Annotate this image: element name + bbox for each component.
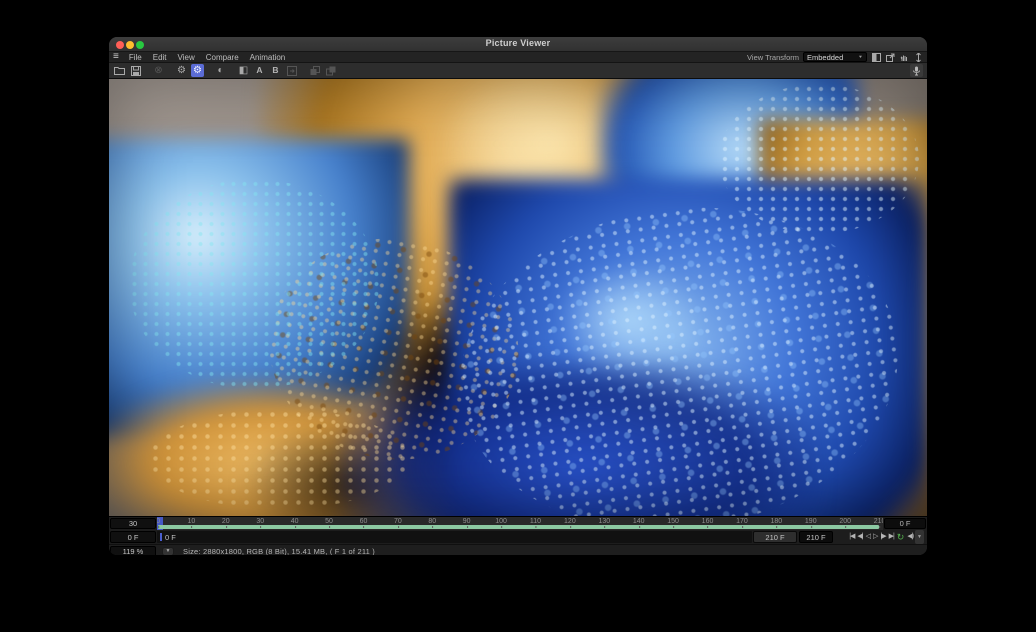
dock-pin-icon[interactable]	[913, 52, 923, 62]
open-file-button[interactable]	[113, 64, 126, 77]
next-frame-button[interactable]: |▶	[879, 531, 886, 543]
play-backward-button[interactable]: ◁	[865, 531, 871, 543]
view-transform-label: View Transform	[747, 53, 799, 62]
chevron-down-icon: ▼	[166, 548, 171, 554]
settings-gear-button[interactable]: ⚙	[175, 64, 188, 77]
previous-frame-button[interactable]: ◀|	[856, 531, 863, 543]
current-frame-field[interactable]: 0 F	[110, 531, 156, 543]
ruler-tick-180: 180	[771, 518, 783, 526]
ruler-tick-70: 70	[394, 518, 402, 526]
save-file-button[interactable]	[129, 64, 142, 77]
timeline-range-row: 0 F 0 F 210 F 210 F |◀◀|◁▷|▶▶|↻◀)▼	[109, 530, 927, 544]
ruler-tick-80: 80	[428, 518, 436, 526]
ruler-tick-150: 150	[667, 518, 679, 526]
ruler-tick-0: 0	[157, 518, 160, 526]
menu-item-file[interactable]: File	[127, 52, 144, 63]
ruler-tick-10: 10	[188, 518, 196, 526]
status-bar: 119 % ▼ Size: 2880x1800, RGB (8 Bit), 15…	[109, 544, 927, 556]
title-bar[interactable]: Picture Viewer	[109, 37, 927, 52]
timeline-ruler[interactable]: 0 10 20 30 40 50 60 70 80 90 100 110 120 130 140 150 160…	[157, 517, 883, 530]
sound-toggle-button[interactable]: ◀)	[906, 531, 914, 543]
ruler-tick-210: 210	[874, 518, 883, 526]
ruler-tick-50: 50	[325, 518, 333, 526]
picture-viewer-window: Picture Viewer ≡ File Edit View Compare Anim…	[108, 36, 928, 556]
ruler-tick-60: 60	[360, 518, 368, 526]
loop-playback-button[interactable]: ↻	[896, 531, 906, 543]
ruler-tick-170: 170	[736, 518, 748, 526]
fps-field[interactable]: 30	[110, 518, 156, 529]
stop-render-button: ⊗	[152, 64, 165, 77]
ruler-tick-140: 140	[633, 518, 645, 526]
range-end-button[interactable]: 210 F	[753, 531, 797, 543]
split-view-icon[interactable]	[871, 52, 881, 62]
image-vignette	[109, 79, 927, 516]
ruler-tick-120: 120	[564, 518, 576, 526]
detach-window-icon[interactable]	[885, 52, 895, 62]
view-transform-dropdown[interactable]: Embedded ▼	[803, 52, 867, 62]
toolbar: ⊗ ⚙ ⚙ ◐ ◧ A B	[109, 63, 927, 79]
frame-offset-field[interactable]: 0 F	[884, 518, 926, 529]
ruler-tick-40: 40	[291, 518, 299, 526]
compare-split-button[interactable]: ◧	[237, 64, 250, 77]
set-image-a-button[interactable]: A	[253, 64, 266, 77]
microphone-icon[interactable]	[910, 64, 923, 77]
rendered-image-viewport[interactable]	[109, 79, 927, 516]
ruler-tick-20: 20	[222, 518, 230, 526]
ruler-tick-110: 110	[530, 518, 541, 526]
range-end-field[interactable]: 210 F	[799, 531, 833, 543]
range-start-marker[interactable]: 0 F	[160, 531, 176, 543]
menu-item-compare[interactable]: Compare	[204, 52, 241, 63]
swap-ab-button	[285, 64, 298, 77]
menu-items: File Edit View Compare Animation	[127, 52, 287, 63]
menu-item-animation[interactable]: Animation	[248, 52, 288, 63]
goto-end-button[interactable]: ▶|	[888, 531, 895, 543]
menu-bar: ≡ File Edit View Compare Animation View Tran…	[109, 52, 927, 63]
window-title: Picture Viewer	[109, 38, 927, 48]
copy-to-a-button	[308, 64, 321, 77]
set-image-b-button[interactable]: B	[269, 64, 282, 77]
hand-pan-icon[interactable]	[899, 52, 909, 62]
playback-options-button[interactable]: ▼	[915, 530, 924, 544]
timeline-ruler-row: 30 0 10 20 30 40 50 60 70 80 90 100 110 120 130 140 150…	[109, 516, 927, 530]
contrast-filter-button[interactable]: ◐	[214, 64, 227, 77]
zoom-dropdown-button[interactable]: ▼	[162, 547, 174, 556]
filter-gear-button-selected[interactable]: ⚙	[191, 64, 204, 77]
ruler-tick-190: 190	[805, 518, 817, 526]
copy-to-b-button	[324, 64, 337, 77]
goto-start-button[interactable]: |◀	[848, 531, 855, 543]
menu-item-edit[interactable]: Edit	[151, 52, 169, 63]
view-transform-value: Embedded	[807, 53, 843, 62]
zoom-level-field[interactable]: 119 %	[110, 546, 156, 557]
image-info-text: Size: 2880x1800, RGB (8 Bit), 15.41 MB, …	[183, 547, 375, 556]
ruler-tick-130: 130	[598, 518, 610, 526]
play-forward-button[interactable]: ▷	[872, 531, 878, 543]
hamburger-icon[interactable]: ≡	[113, 52, 119, 62]
ruler-tick-100: 100	[495, 518, 507, 526]
ruler-tick-160: 160	[702, 518, 714, 526]
chevron-down-icon: ▼	[858, 53, 863, 60]
menu-bar-right: View Transform Embedded ▼	[747, 52, 923, 62]
ruler-tick-200: 200	[839, 518, 851, 526]
ruler-tick-30: 30	[256, 518, 264, 526]
preview-range-bar[interactable]: 0 F	[157, 531, 752, 543]
ruler-tick-90: 90	[463, 518, 471, 526]
transport-controls: |◀◀|◁▷|▶▶|↻◀)▼	[834, 530, 927, 544]
menu-item-view[interactable]: View	[176, 52, 197, 63]
